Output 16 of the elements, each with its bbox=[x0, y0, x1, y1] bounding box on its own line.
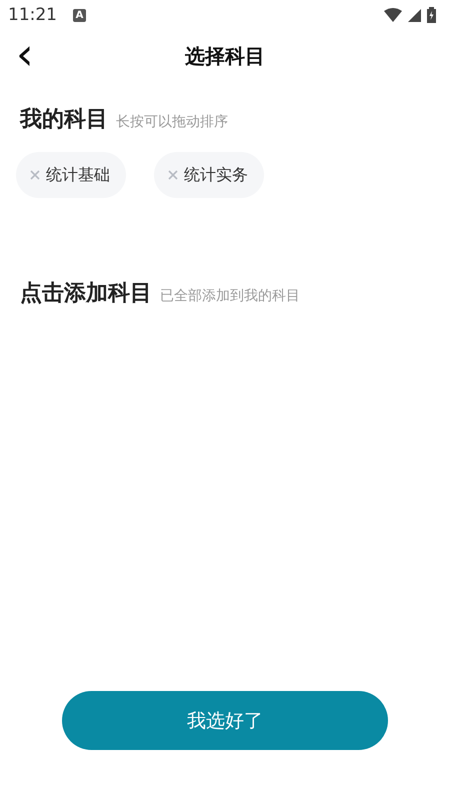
subject-chip[interactable]: 统计实务 bbox=[154, 152, 264, 198]
section-title: 点击添加科目 bbox=[20, 280, 152, 308]
remove-icon[interactable] bbox=[30, 170, 40, 180]
notification-icon: A bbox=[73, 8, 86, 22]
wifi-icon bbox=[384, 8, 402, 22]
section-hint: 已全部添加到我的科目 bbox=[160, 287, 300, 305]
confirm-button[interactable]: 我选好了 bbox=[62, 691, 388, 750]
signal-icon bbox=[408, 8, 421, 22]
back-button[interactable]: ‹ bbox=[12, 38, 38, 76]
status-time: 11:21 bbox=[8, 5, 57, 25]
remove-icon[interactable] bbox=[168, 170, 178, 180]
subject-chip[interactable]: 统计基础 bbox=[16, 152, 126, 198]
page-title: 选择科目 bbox=[185, 42, 265, 70]
battery-icon bbox=[427, 7, 436, 23]
section-hint: 长按可以拖动排序 bbox=[116, 113, 228, 131]
section-title: 我的科目 bbox=[20, 106, 108, 134]
